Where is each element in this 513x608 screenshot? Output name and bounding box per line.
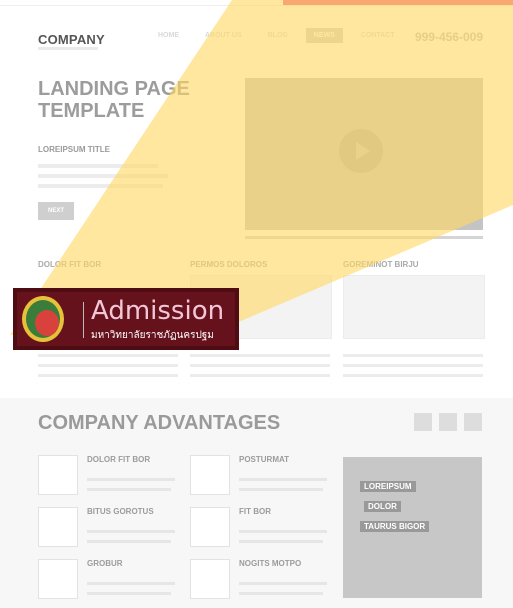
column-text-line [343, 374, 483, 377]
slider-next-button[interactable] [464, 413, 482, 431]
promo-tag: DOLOR [364, 501, 401, 512]
column-text-line [190, 364, 330, 367]
feature-text-line [239, 530, 327, 533]
feature-text-line [87, 592, 171, 595]
nav-item-about[interactable]: ABOUT US [197, 28, 250, 43]
admission-banner[interactable]: Admission มหาวิทยาลัยราชภัฏนครปฐม [13, 288, 239, 350]
feature-icon [190, 455, 230, 495]
feature-text-line [239, 488, 323, 491]
nav-item-news[interactable]: NEWS [305, 28, 343, 43]
feature-title: BITUS GOROTUS [87, 507, 154, 516]
hero-title-line-1: LANDING PAGE [38, 78, 190, 100]
feature-text-line [87, 582, 175, 585]
university-seal-icon [22, 296, 64, 342]
feature-text-line [239, 478, 327, 481]
advantages-title: COMPANY ADVANTAGES [38, 412, 281, 434]
banner-divider [83, 302, 84, 338]
promo-tag: LOREIPSUM [360, 481, 416, 492]
hero-text-line [38, 184, 163, 188]
feature-title: DOLOR FIT BOR [87, 455, 151, 464]
column-text-line [343, 354, 483, 357]
promo-panel: LOREIPSUM DOLOR TAURUS BIGOR [343, 457, 482, 598]
nav-item-contact[interactable]: CONTACT [353, 28, 403, 43]
nav-item-blog[interactable]: BLOG [260, 28, 296, 43]
feature-icon [190, 559, 230, 599]
feature-icon [38, 455, 78, 495]
column-text-line [343, 364, 483, 367]
admission-banner-inner: Admission มหาวิทยาลัยราชภัฏนครปฐม [17, 292, 235, 346]
feature-text-line [87, 488, 171, 491]
column-title-2: PERMOS DOLOROS [190, 260, 268, 269]
feature-title: FIT BOR [239, 507, 271, 516]
feature-text-line [239, 592, 323, 595]
column-text-line [38, 364, 178, 367]
feature-icon [190, 507, 230, 547]
hero-title: LANDING PAGE TEMPLATE [38, 78, 190, 122]
video-progress-bar[interactable] [245, 236, 483, 239]
hero-text-line [38, 164, 158, 168]
feature-icon [38, 507, 78, 547]
feature-title: POSTURMAT [239, 455, 290, 464]
company-logo[interactable]: COMPANY [38, 32, 105, 47]
feature-text-line [239, 540, 323, 543]
column-title-1: DOLOR FIT BOR [38, 260, 102, 269]
logo-tagline-placeholder [38, 47, 98, 50]
promo-tag-group: LOREIPSUM DOLOR TAURUS BIGOR [360, 476, 430, 534]
column-image-3 [343, 275, 485, 339]
nav-item-home[interactable]: HOME [150, 28, 187, 43]
feature-icon [38, 559, 78, 599]
next-button[interactable]: NEXT [38, 202, 74, 220]
admission-title: Admission [91, 296, 225, 326]
column-title-3: GOREMINOT BIRJU [343, 260, 419, 269]
column-text-line [38, 374, 178, 377]
feature-text-line [87, 478, 175, 481]
phone-number: 999-456-009 [414, 30, 483, 44]
feature-text-line [239, 582, 327, 585]
hero-title-line-2: TEMPLATE [38, 100, 145, 122]
play-icon[interactable] [339, 129, 383, 173]
promo-tag: TAURUS BIGOR [360, 521, 430, 532]
feature-text-line [87, 540, 171, 543]
slider-pause-button[interactable] [439, 413, 457, 431]
column-text-line [190, 374, 330, 377]
main-nav: HOME ABOUT US BLOG NEWS CONTACT [150, 28, 413, 43]
feature-title: NOGITS MOTPO [239, 559, 302, 568]
hero-subtitle: LOREIPSUM TITLE [38, 145, 110, 154]
feature-title: GROBUR [87, 559, 123, 568]
feature-text-line [87, 530, 175, 533]
slider-prev-button[interactable] [414, 413, 432, 431]
university-name: มหาวิทยาลัยราชภัฏนครปฐม [91, 330, 214, 341]
column-text-line [38, 354, 178, 357]
hero-text-line [38, 174, 168, 178]
column-text-line [190, 354, 330, 357]
top-divider [0, 5, 513, 6]
